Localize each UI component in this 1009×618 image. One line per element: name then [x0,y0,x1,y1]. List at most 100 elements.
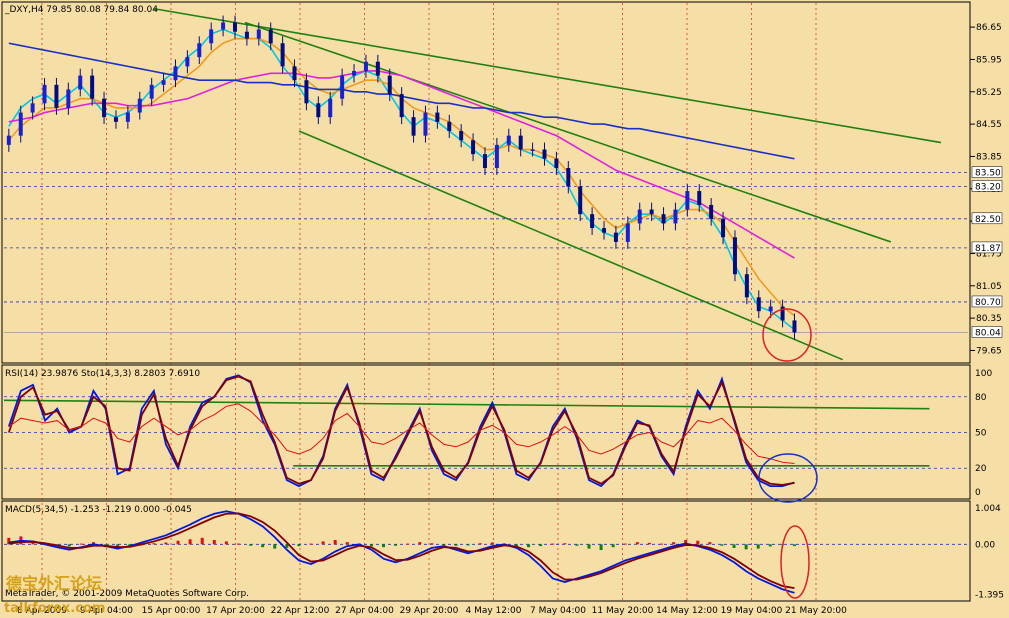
macd-histogram-bar [249,544,253,546]
macd-tick-label: -1.395 [975,590,1004,600]
candle-body [756,297,761,312]
time-tick-label: 15 Apr 00:00 [142,606,201,616]
osc-tick-label: 80 [975,393,987,403]
oscillator-panel-header: RSI(14) 23.9876 Sto(14,3,3) 8.2803 7.691… [5,369,200,379]
macd-histogram-bar [164,542,168,545]
candle-body [768,306,773,312]
price-tick-label: 85.25 [976,88,1002,98]
macd-histogram-bar [236,543,240,545]
time-tick-label: 11 May 20:00 [592,606,654,616]
candle-body [244,31,249,39]
candle-body [721,218,726,238]
osc-tick-label: 50 [975,429,987,439]
macd-histogram-bar [345,542,349,545]
candle-body [649,209,654,215]
candle-body [744,274,749,298]
candle-body [482,154,487,168]
price-tick-label: 86.65 [976,23,1002,33]
macd-tick-label: 0.00 [975,540,995,550]
candle-body [423,112,428,136]
candle-body [566,167,571,187]
macd-histogram-bar [152,543,156,545]
macd-histogram-bar [756,544,760,549]
candle-body [387,75,392,95]
time-axis: 8 Apr 2009 9 Apr 04:00 15 Apr 00:00 17 Apr … [17,606,847,616]
candle-body [161,80,166,85]
macd-histogram-bar [176,540,180,545]
macd-histogram-bar [430,543,434,545]
macd-histogram-bar [708,542,712,545]
candle-body [471,140,476,155]
candle-body [637,209,642,224]
price-tick-label: 83.85 [976,152,1002,162]
candle-body [221,22,226,30]
candle-body [173,66,178,81]
candle-body [292,66,297,81]
candle-body [54,84,59,108]
macd-panel-header: MACD(5,34,5) -1.253 -1.219 0.000 -0.045 [5,505,192,515]
price-level-label: 82.50 [975,215,1001,225]
macd-histogram-bar [623,543,627,545]
candle-body [197,43,202,58]
candle-body [602,228,607,233]
macd-histogram-bar [672,542,676,545]
candle-body [375,61,380,76]
candle-body [613,232,618,242]
macd-histogram-bar [587,544,591,549]
candle-body [149,84,154,99]
candle-body [18,112,23,136]
candle-body [494,144,499,168]
price-tick-label: 85.95 [976,55,1002,65]
macd-histogram-bar [647,542,651,545]
candle-body [590,214,595,229]
candle-body [447,121,452,132]
candle-body [530,149,535,152]
candle-body [232,22,237,32]
candle-body [542,149,547,159]
time-tick-label: 22 Apr 12:00 [271,606,330,616]
time-tick-label: 7 May 04:00 [530,606,586,616]
macd-histogram-bar [575,544,579,546]
price-level-label: 80.70 [975,298,1001,308]
price-tick-label: 81.05 [976,282,1002,292]
candle-body [137,98,142,113]
macd-histogram-bar [309,543,313,545]
macd-histogram-bar [720,544,724,546]
time-tick-label: 29 Apr 20:00 [400,606,459,616]
candle-body [328,98,333,118]
macd-histogram-bar [527,544,531,548]
price-panel-header: _DXY,H4 79.85 80.08 79.84 80.04 [4,5,158,15]
macd-histogram-bar [478,543,482,545]
candle-body [113,117,118,122]
time-tick-label: 4 May 12:00 [466,606,522,616]
macd-histogram-bar [454,544,458,546]
candle-body [304,80,309,104]
candle-body [554,158,559,168]
time-tick-label: 19 May 04:00 [721,606,783,616]
macd-histogram-bar [79,543,83,545]
macd-histogram-bar [418,542,422,545]
time-tick-label: 17 Apr 20:00 [206,606,265,616]
macd-histogram-bar [442,544,446,546]
macd-histogram-bar [732,544,736,548]
candle-body [6,135,11,145]
candle-body [625,223,630,242]
macd-histogram-bar [792,544,796,547]
macd-histogram-bar [660,543,664,545]
price-level-label: 81.87 [975,244,1001,254]
trading-chart: 86.6585.9585.2584.5583.8583.1582.4581.75… [0,0,1009,618]
candle-body [435,112,440,122]
price-tick-label: 84.55 [976,120,1002,130]
candle-body [411,117,416,136]
macd-histogram-bar [599,544,603,551]
candle-body [518,135,523,150]
time-tick-label: 21 May 20:00 [785,606,847,616]
macd-histogram-bar [200,537,204,545]
candle-body [209,29,214,44]
candle-body [316,103,321,118]
candle-body [30,103,35,113]
candle-body [697,191,702,205]
macd-tick-label: 1.004 [975,504,1001,514]
candle-body [578,186,583,215]
osc-tick-label: 20 [975,464,987,474]
